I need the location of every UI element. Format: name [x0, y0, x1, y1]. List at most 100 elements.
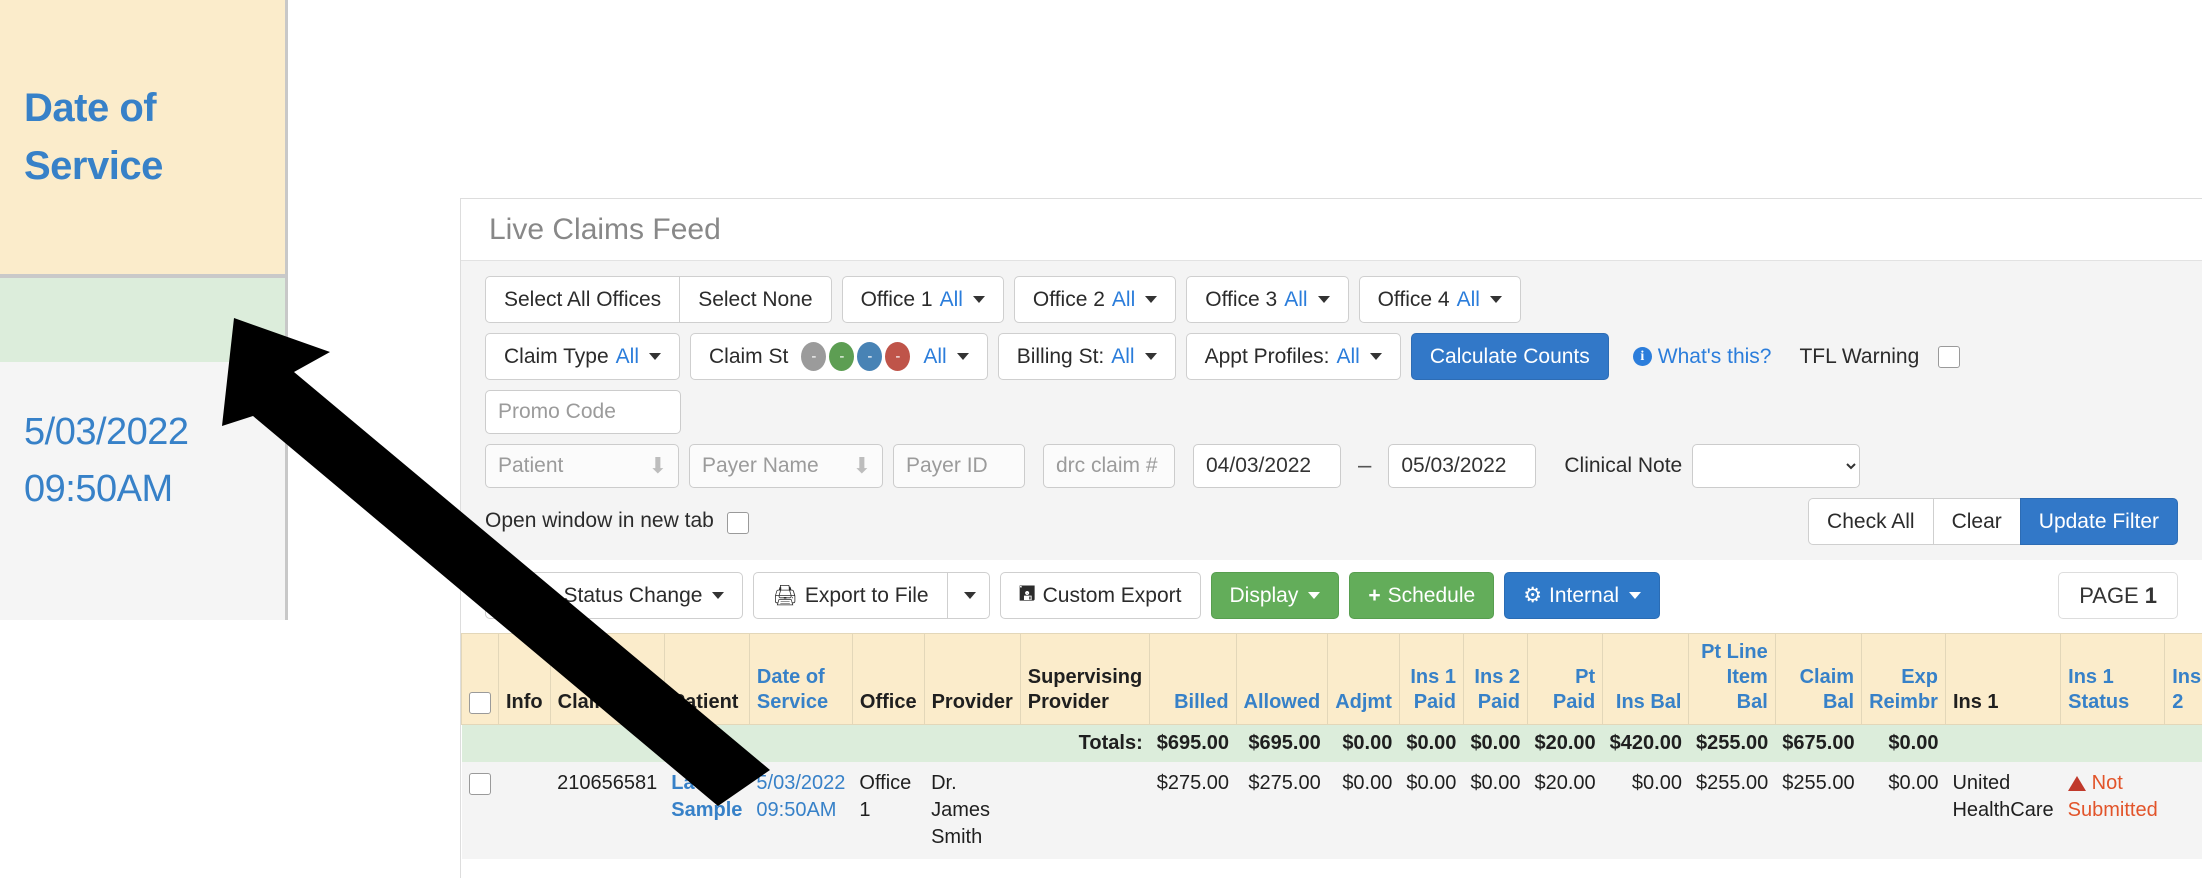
whats-this-label: What's this?: [1657, 344, 1772, 368]
payer-name-input[interactable]: [689, 444, 883, 488]
tfl-warning-checkbox[interactable]: [1938, 345, 1961, 368]
callout-totals-strip: [0, 278, 285, 362]
office-1-label: Office 1: [860, 287, 933, 311]
column-header-adjmt[interactable]: Adjmt: [1327, 633, 1400, 725]
date-from-input[interactable]: [1193, 444, 1341, 488]
row-ins1-status-line2: Submitted: [2067, 799, 2158, 821]
column-header-ins-bal[interactable]: Ins Bal: [1602, 633, 1690, 725]
clinical-note-select[interactable]: [1692, 444, 1861, 488]
open-new-tab-checkbox[interactable]: [727, 511, 750, 534]
row-provider-line2: James: [931, 799, 990, 821]
display-dropdown-button[interactable]: Display: [1210, 572, 1340, 619]
page-indicator[interactable]: PAGE 1: [2058, 572, 2178, 619]
office-2-dropdown[interactable]: Office 2 All: [1013, 276, 1177, 323]
row-patient-last-name: Sample: [671, 799, 743, 821]
column-header-ins1[interactable]: Ins 1: [1944, 633, 2062, 725]
payer-id-input[interactable]: [893, 444, 1025, 488]
totals-ins1-paid: $0.00: [1399, 724, 1464, 762]
chevron-down-icon: [1369, 353, 1382, 360]
appt-profiles-dropdown[interactable]: Appt Profiles: All: [1185, 333, 1401, 380]
office-3-dropdown[interactable]: Office 3 All: [1186, 276, 1349, 323]
patient-input[interactable]: [485, 444, 679, 488]
row-office-line1: Office: [859, 772, 912, 794]
row-patient-cell[interactable]: Laurie Sample: [664, 762, 750, 859]
check-all-button[interactable]: Check All: [1808, 498, 1933, 545]
column-header-date-of-service[interactable]: Date of Service: [748, 633, 853, 725]
promo-code-input[interactable]: [485, 390, 681, 434]
export-dropdown-toggle[interactable]: [946, 572, 990, 619]
callout-value-line2: 09:50AM: [24, 468, 173, 510]
column-header-ins2-paid[interactable]: Ins 2 Paid: [1462, 633, 1529, 725]
search-fields-row: ⬇ ⬇ – Clinical Note: [461, 439, 2202, 493]
update-filter-button[interactable]: Update Filter: [2019, 498, 2178, 545]
billing-status-label: Billing St:: [1016, 344, 1105, 368]
custom-export-button[interactable]: 🖪 Custom Export: [999, 572, 1201, 619]
column-header-office[interactable]: Office: [851, 633, 925, 725]
row-ins1-status-line1: Not: [2067, 772, 2123, 794]
row-date-of-service-cell[interactable]: 5/03/2022 09:50AM: [749, 762, 853, 859]
batch-status-change-button[interactable]: Batch Status Change: [485, 572, 744, 619]
column-header-claim-id[interactable]: Claim ID: [549, 633, 665, 725]
column-header-patient[interactable]: Patient: [663, 633, 750, 725]
totals-ins2-blank: [2164, 724, 2202, 762]
row-select-checkbox[interactable]: [468, 772, 491, 795]
drc-claim-number-input[interactable]: [1043, 444, 1175, 488]
column-header-supervising-provider[interactable]: Supervising Provider: [1019, 633, 1151, 725]
column-header-ins1-paid[interactable]: Ins 1 Paid: [1398, 633, 1464, 725]
row-provider-line3: Smith: [931, 826, 983, 848]
status-filter-row: Claim Type All Claim St - - - - All Bill…: [461, 328, 2202, 385]
column-header-billed[interactable]: Billed: [1149, 633, 1237, 725]
column-header-allowed[interactable]: Allowed: [1235, 633, 1329, 725]
claim-type-dropdown[interactable]: Claim Type All: [485, 333, 680, 380]
totals-pt-paid: $20.00: [1527, 724, 1603, 762]
billing-status-value: All: [1111, 344, 1135, 368]
column-header-ins2[interactable]: Ins 2: [2164, 633, 2202, 725]
internal-dropdown-button[interactable]: ⚙ Internal: [1504, 572, 1661, 619]
office-1-dropdown[interactable]: Office 1 All: [841, 276, 1004, 323]
column-header-pt-paid[interactable]: Pt Paid: [1526, 633, 1604, 725]
blue-status-dot[interactable]: -: [857, 342, 883, 371]
billing-status-dropdown[interactable]: Billing St: All: [997, 333, 1176, 380]
row-ins1-cell: United HealthCare: [1945, 762, 2061, 859]
green-status-dot[interactable]: -: [829, 342, 855, 371]
clear-button[interactable]: Clear: [1932, 498, 2020, 545]
schedule-button[interactable]: + Schedule: [1349, 572, 1495, 619]
select-none-button[interactable]: Select None: [679, 276, 832, 323]
gray-status-dot[interactable]: -: [801, 342, 827, 371]
select-all-offices-button[interactable]: Select All Offices: [485, 276, 680, 323]
filter-button-group: Check All Clear Update Filter: [1808, 498, 2178, 545]
callout-column-header: Date of Service: [0, 0, 285, 278]
office-4-value: All: [1456, 287, 1480, 311]
claim-status-dot-group: - - - -: [801, 342, 911, 371]
office-4-dropdown[interactable]: Office 4 All: [1358, 276, 1521, 323]
row-ins1-status-cell: Not Submitted: [2060, 762, 2165, 859]
column-header-claim-bal[interactable]: Claim Bal: [1774, 633, 1863, 725]
export-to-file-button[interactable]: 🖨 Export to File: [753, 572, 947, 619]
date-to-input[interactable]: [1388, 444, 1537, 488]
claims-table-head: Info Claim ID Patient Date of Service Of…: [461, 633, 2202, 725]
red-status-dot[interactable]: -: [885, 342, 911, 371]
claim-status-dropdown[interactable]: Claim St - - - - All: [690, 333, 988, 380]
row-select-cell: [461, 762, 499, 859]
column-header-ins1-status[interactable]: Ins 1 Status: [2060, 633, 2166, 725]
select-all-rows-checkbox[interactable]: [469, 691, 491, 714]
live-claims-feed-window: Live Claims Feed Select All Offices Sele…: [460, 198, 2202, 878]
chevron-down-icon: [1144, 353, 1157, 360]
claim-status-value: All: [923, 344, 947, 368]
row-claim-id: 210656581: [550, 762, 665, 859]
office-select-group: Select All Offices Select None: [485, 276, 832, 323]
row-ins1-paid: $0.00: [1399, 762, 1464, 859]
column-header-pt-line-item-bal[interactable]: Pt Line Item Bal: [1688, 633, 1776, 725]
chevron-down-icon: [1145, 296, 1158, 303]
plus-icon: +: [1368, 583, 1381, 607]
column-header-info[interactable]: Info: [498, 633, 551, 725]
calculate-counts-button[interactable]: Calculate Counts: [1410, 333, 1609, 380]
row-exp-reimbr: $0.00: [1861, 762, 1946, 859]
table-row[interactable]: 210656581 Laurie Sample 5/03/2022 09:50A…: [461, 762, 2202, 859]
column-header-exp-reimbr[interactable]: Exp Reimbr: [1861, 633, 1946, 725]
column-header-provider[interactable]: Provider: [923, 633, 1021, 725]
callout-header-text: Date of Service: [24, 79, 163, 195]
whats-this-link[interactable]: i What's this?: [1632, 344, 1772, 369]
row-provider-line1: Dr.: [931, 772, 957, 794]
chevron-down-icon: [963, 592, 976, 599]
